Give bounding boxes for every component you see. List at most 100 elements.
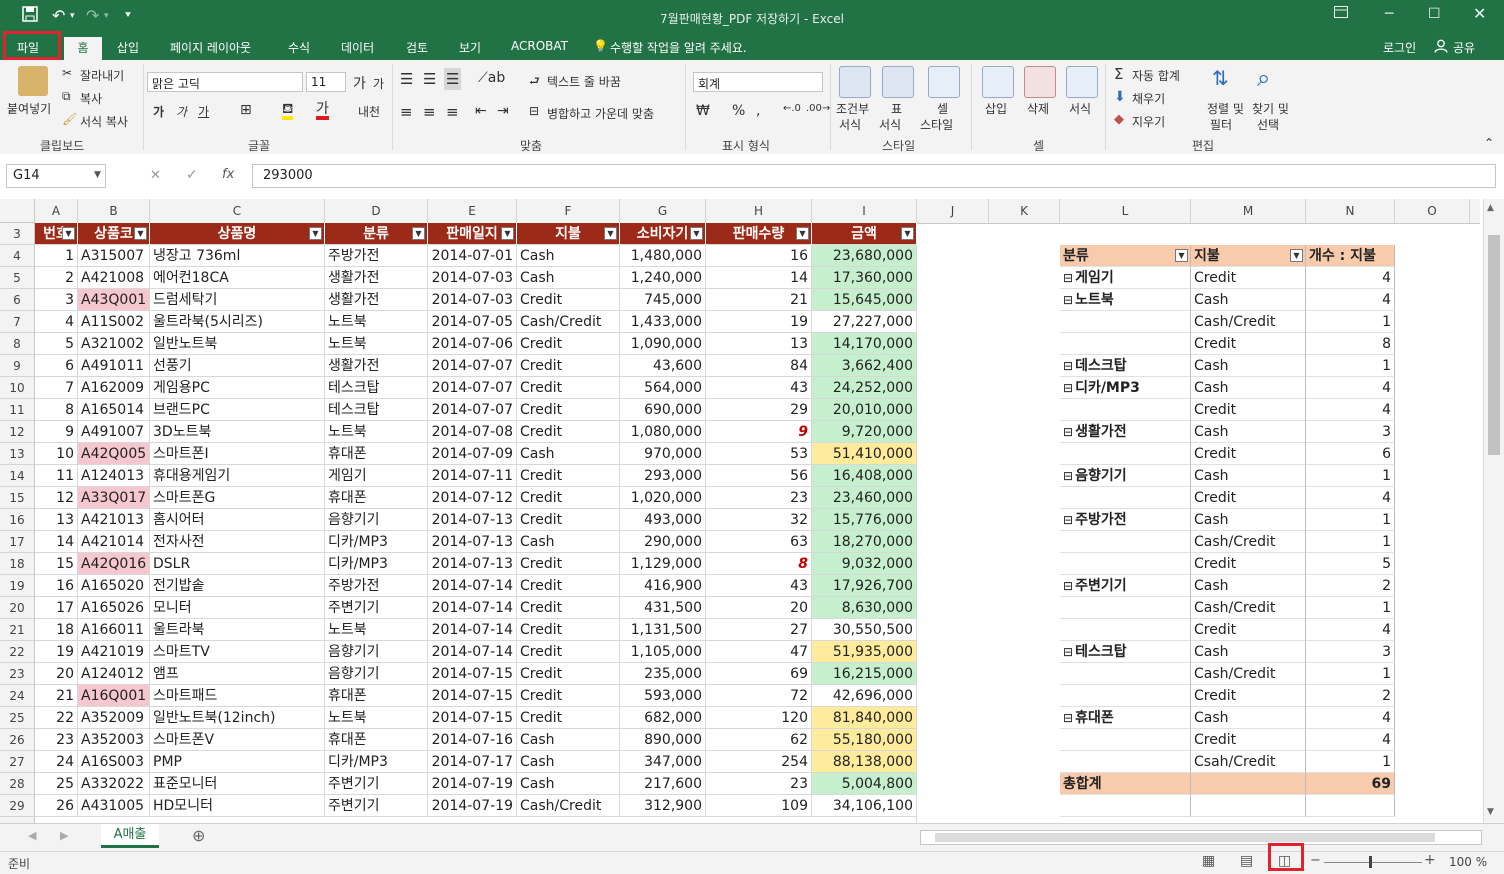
row-header[interactable]: 10 (0, 377, 35, 399)
align-center-icon[interactable]: ≡ (423, 103, 436, 121)
pivot-category[interactable] (1060, 729, 1191, 751)
cell-amount[interactable]: 18,270,000 (812, 531, 917, 553)
pivot-payment[interactable]: Cash (1191, 377, 1306, 399)
cell-price[interactable]: 235,000 (620, 663, 706, 685)
share-button[interactable]: 공유 (1453, 39, 1475, 56)
pivot-count[interactable]: 1 (1306, 311, 1395, 333)
pivot-filter-icon[interactable]: ▼ (1175, 249, 1188, 262)
cell-name[interactable]: 울트라북(5시리즈) (150, 311, 325, 333)
cell-price[interactable]: 1,020,000 (620, 487, 706, 509)
cell-quantity[interactable]: 21 (706, 289, 812, 311)
row-header[interactable]: 14 (0, 465, 35, 487)
cell-name[interactable]: DSLR (150, 553, 325, 575)
cell-category[interactable]: 생활가전 (325, 355, 428, 377)
cell-name[interactable]: 표준모니터 (150, 773, 325, 795)
pivot-header-cell[interactable]: 지불 ▼ (1191, 245, 1306, 267)
cell-no[interactable]: 3 (35, 289, 78, 311)
cell-code[interactable]: A332022 (78, 773, 150, 795)
pivot-category[interactable]: ⊟ 휴대폰 (1060, 707, 1191, 729)
cell-code[interactable]: A491007 (78, 421, 150, 443)
format-table-icon[interactable] (882, 66, 914, 98)
function-icon[interactable]: fx (222, 167, 234, 182)
cell-category[interactable]: 노트북 (325, 421, 428, 443)
pivot-payment[interactable]: Cash (1191, 509, 1306, 531)
pivot-empty-cell[interactable] (1191, 795, 1306, 817)
pivot-payment[interactable]: Csah/Credit (1191, 751, 1306, 773)
pivot-count[interactable]: 6 (1306, 443, 1395, 465)
pivot-category[interactable] (1060, 553, 1191, 575)
cell-name[interactable]: 모니터 (150, 597, 325, 619)
pivot-payment[interactable]: Credit (1191, 553, 1306, 575)
cell-date[interactable]: 2014-07-15 (428, 663, 517, 685)
cell-date[interactable]: 2014-07-03 (428, 267, 517, 289)
tab-page-layout[interactable]: 페이지 레이아웃 (170, 39, 251, 56)
cell-amount[interactable]: 16,215,000 (812, 663, 917, 685)
cell-code[interactable]: A321002 (78, 333, 150, 355)
cell-no[interactable]: 9 (35, 421, 78, 443)
pivot-count[interactable]: 8 (1306, 333, 1395, 355)
sort-filter-line1[interactable]: 정렬 및 (1207, 100, 1244, 117)
cell-amount[interactable]: 55,180,000 (812, 729, 917, 751)
cell-payment[interactable]: Cash/Credit (517, 795, 620, 817)
cell-code[interactable]: A16Q001 (78, 685, 150, 707)
pivot-payment[interactable]: Cash/Credit (1191, 597, 1306, 619)
cell-date[interactable]: 2014-07-13 (428, 531, 517, 553)
fill-color-icon[interactable]: ⛾ (282, 102, 294, 120)
collapse-icon[interactable]: ⊟ (1063, 711, 1073, 725)
cell-styles-line1[interactable]: 셀 (937, 100, 948, 117)
pivot-count[interactable]: 4 (1306, 267, 1395, 289)
tab-view[interactable]: 보기 (459, 39, 481, 56)
pivot-count[interactable]: 4 (1306, 729, 1395, 751)
row-header[interactable]: 20 (0, 597, 35, 619)
tab-home[interactable]: 홈 (64, 37, 102, 60)
row-header[interactable]: 28 (0, 773, 35, 795)
cell-category[interactable]: 주방가전 (325, 245, 428, 267)
filter-dropdown-icon[interactable]: ▼ (412, 227, 425, 240)
cell-no[interactable]: 26 (35, 795, 78, 817)
cell-quantity[interactable]: 43 (706, 575, 812, 597)
format-painter-button[interactable]: 서식 복사 (80, 113, 128, 130)
cell-no[interactable]: 1 (35, 245, 78, 267)
cell-price[interactable]: 416,900 (620, 575, 706, 597)
conditional-format-icon[interactable] (839, 66, 871, 98)
select-all-corner[interactable] (0, 199, 35, 223)
column-header-o[interactable]: O (1395, 199, 1470, 223)
cell-amount[interactable]: 30,550,500 (812, 619, 917, 641)
pivot-category[interactable]: ⊟ 주변기기 (1060, 575, 1191, 597)
cell-date[interactable]: 2014-07-07 (428, 355, 517, 377)
cell-price[interactable]: 1,080,000 (620, 421, 706, 443)
cell-amount[interactable]: 9,032,000 (812, 553, 917, 575)
sort-filter-line2[interactable]: 필터 (1210, 116, 1232, 133)
cell-no[interactable]: 8 (35, 399, 78, 421)
cell-no[interactable]: 13 (35, 509, 78, 531)
cell-quantity[interactable]: 27 (706, 619, 812, 641)
filter-dropdown-icon[interactable]: ▼ (690, 227, 703, 240)
pivot-empty-cell[interactable] (1060, 795, 1191, 817)
cell-date[interactable]: 2014-07-01 (428, 245, 517, 267)
cell-no[interactable]: 6 (35, 355, 78, 377)
collapse-ribbon-icon[interactable]: ⌃ (1484, 136, 1494, 150)
number-format-combo[interactable]: 회계 (693, 72, 823, 92)
decrease-indent-icon[interactable]: ⇤ (475, 103, 487, 119)
cell-code[interactable]: A165020 (78, 575, 150, 597)
collapse-icon[interactable]: ⊟ (1063, 579, 1073, 593)
cell-amount[interactable]: 16,408,000 (812, 465, 917, 487)
column-header-f[interactable]: F (517, 199, 620, 223)
pivot-count[interactable]: 4 (1306, 289, 1395, 311)
filter-dropdown-icon[interactable]: ▼ (604, 227, 617, 240)
cell-quantity[interactable]: 29 (706, 399, 812, 421)
pivot-payment[interactable]: Credit (1191, 267, 1306, 289)
cell-category[interactable]: 테스크탑 (325, 377, 428, 399)
row-header[interactable]: 16 (0, 509, 35, 531)
cell-code[interactable]: A421008 (78, 267, 150, 289)
pivot-grand-total-value[interactable]: 69 (1306, 773, 1395, 795)
collapse-icon[interactable]: ⊟ (1063, 645, 1073, 659)
pivot-category[interactable]: ⊟ 생활가전 (1060, 421, 1191, 443)
column-header-i[interactable]: I (812, 199, 917, 223)
cell-no[interactable]: 16 (35, 575, 78, 597)
column-header-g[interactable]: G (620, 199, 706, 223)
cell-category[interactable]: 주변기기 (325, 795, 428, 817)
cell-category[interactable]: 음향기기 (325, 663, 428, 685)
insert-cells-icon[interactable] (982, 66, 1014, 98)
tell-me-box[interactable]: 수행할 작업을 알려 주세요. (610, 39, 747, 56)
